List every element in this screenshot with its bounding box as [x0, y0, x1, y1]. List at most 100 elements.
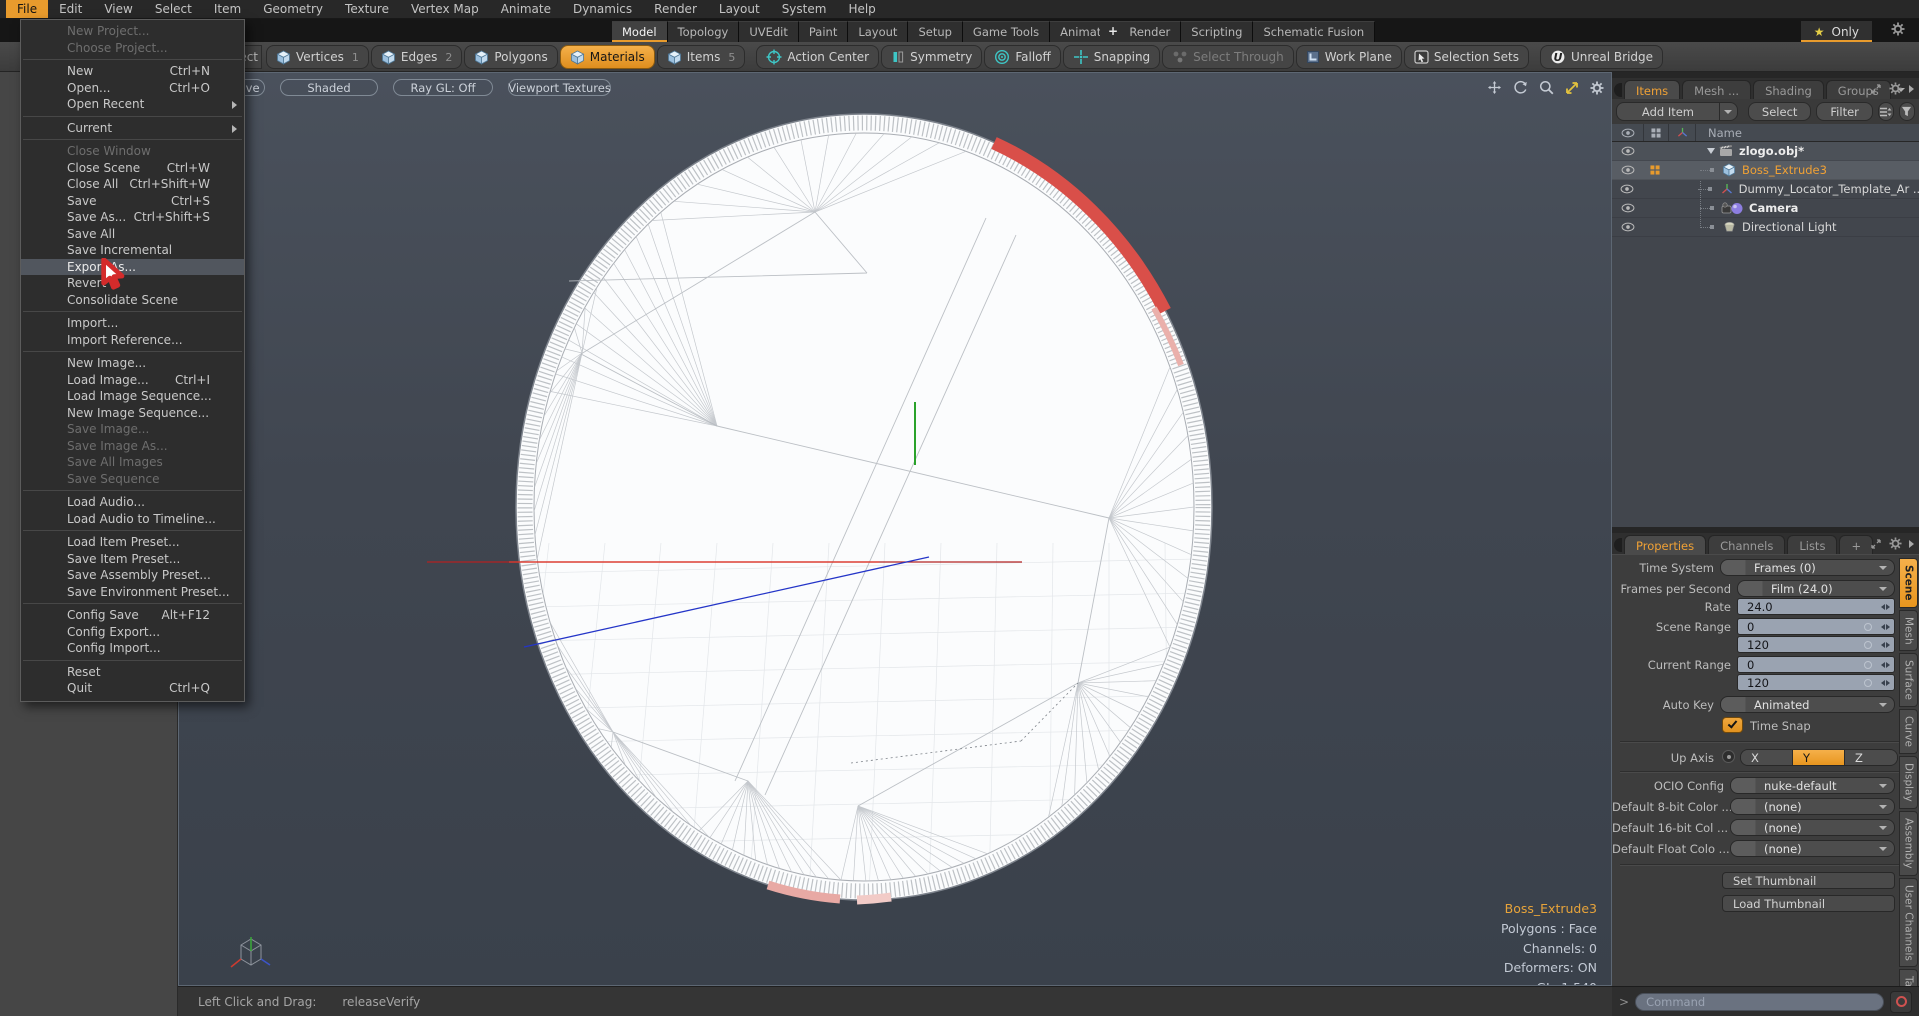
gear-icon[interactable] — [1889, 82, 1902, 95]
items-panel-tab[interactable]: Mesh ... — [1682, 80, 1751, 99]
expand-panel-icon[interactable] — [1870, 538, 1882, 550]
menu-item[interactable]: Close Window — [21, 143, 244, 160]
shaded-pill-button[interactable]: Shaded — [280, 79, 378, 96]
orbit-icon[interactable] — [1513, 80, 1528, 95]
falloff-button[interactable]: Falloff — [984, 45, 1060, 69]
keyframe-dot-icon[interactable] — [1864, 679, 1872, 687]
ocio-config-dropdown[interactable]: nuke-default — [1730, 777, 1895, 794]
menu-item[interactable]: Save Incremental — [21, 242, 244, 259]
properties-panel-tab[interactable]: Properties — [1624, 535, 1706, 554]
collapse-arrow-icon[interactable] — [1707, 148, 1715, 154]
panel-arrow-icon[interactable] — [1909, 540, 1914, 548]
menu-item[interactable]: Config Export... — [21, 624, 244, 641]
axis-x-option[interactable]: X — [1741, 750, 1793, 765]
symmetry-button[interactable]: Symmetry — [881, 45, 982, 69]
add-workspace-tab-button[interactable]: + — [1100, 21, 1126, 42]
work-plane-button[interactable]: Work Plane — [1296, 45, 1402, 69]
pan-icon[interactable] — [1487, 80, 1502, 95]
menubar-item[interactable]: Layout — [708, 0, 771, 18]
eye-icon[interactable] — [1621, 165, 1635, 175]
side-tab[interactable]: Assembly — [1899, 811, 1918, 876]
macro-record-button[interactable] — [1890, 991, 1912, 1013]
menubar-item[interactable]: Render — [643, 0, 708, 18]
mode-edges-button[interactable]: Edges 2 — [371, 45, 462, 69]
list-options-button[interactable] — [1878, 102, 1894, 121]
menu-item[interactable]: New Image... — [21, 355, 244, 372]
time-snap-checkbox[interactable] — [1722, 717, 1743, 733]
mode-polygons-button[interactable]: Polygons — [464, 45, 557, 69]
menu-item[interactable]: New Ctrl+N — [21, 63, 244, 80]
gear-icon[interactable] — [1889, 537, 1902, 550]
add-item-dropdown[interactable] — [1719, 103, 1737, 120]
menubar-item[interactable]: Geometry — [252, 0, 334, 18]
keyframe-dot-icon[interactable] — [1864, 641, 1872, 649]
raygl-pill-button[interactable]: Ray GL: Off — [393, 79, 493, 96]
menu-item[interactable]: Open... Ctrl+O — [21, 80, 244, 97]
menu-item[interactable]: Save Image... — [21, 421, 244, 438]
select-button[interactable]: Select — [1748, 102, 1811, 121]
workspace-tab[interactable]: Layout — [848, 21, 908, 42]
menu-item[interactable]: Save All — [21, 226, 244, 243]
eye-icon[interactable] — [1621, 222, 1635, 232]
menubar-item[interactable]: File — [6, 0, 48, 18]
fps-dropdown[interactable]: Film (24.0) — [1737, 580, 1895, 597]
menu-item[interactable]: Choose Project... — [21, 40, 244, 57]
properties-panel-tab[interactable]: Lists — [1787, 535, 1837, 554]
action-center-button[interactable]: Action Center — [756, 45, 879, 69]
menu-item[interactable]: Import Reference... — [21, 332, 244, 349]
menu-item[interactable]: Save Ctrl+S — [21, 193, 244, 210]
side-tab[interactable]: Scene — [1899, 558, 1918, 608]
workspace-tab[interactable]: Scripting — [1181, 21, 1253, 42]
menubar-item[interactable]: Dynamics — [562, 0, 643, 18]
workspace-tab[interactable]: Render — [1119, 21, 1181, 42]
set-thumbnail-button[interactable]: Set Thumbnail — [1722, 872, 1895, 889]
current-range-end-field[interactable]: 120 — [1737, 674, 1895, 691]
scene-range-start-field[interactable]: 0 — [1737, 618, 1895, 635]
item-row-directional-light[interactable]: Directional Light — [1612, 218, 1919, 237]
eye-icon[interactable] — [1621, 146, 1635, 156]
panel-corner-icon[interactable] — [1614, 538, 1622, 552]
expand-panel-icon[interactable] — [1870, 83, 1882, 95]
keyframe-dot-icon[interactable] — [1864, 661, 1872, 669]
menubar-item[interactable]: Help — [837, 0, 886, 18]
menu-item[interactable]: Save Environment Preset... — [21, 584, 244, 601]
zoom-icon[interactable] — [1539, 80, 1554, 95]
workspace-tab[interactable]: Game Tools — [963, 21, 1050, 42]
menu-item[interactable]: Load Audio to Timeline... — [21, 511, 244, 528]
mode-items-button[interactable]: Items 5 — [657, 45, 746, 69]
load-thumbnail-button[interactable]: Load Thumbnail — [1722, 895, 1895, 912]
menubar-item[interactable]: Texture — [334, 0, 400, 18]
menu-item[interactable]: New Project... — [21, 23, 244, 40]
workspace-tab[interactable]: Model — [612, 21, 668, 42]
axis-y-option[interactable]: Y — [1793, 750, 1845, 765]
menu-item[interactable]: Close Scene Ctrl+W — [21, 160, 244, 177]
default-8bit-dropdown[interactable]: (none) — [1730, 798, 1895, 815]
time-system-dropdown[interactable]: Frames (0) — [1720, 559, 1895, 576]
workspace-tab[interactable]: Topology — [668, 21, 740, 42]
menu-item[interactable]: Save Image As... — [21, 438, 244, 455]
panel-corner-icon[interactable] — [1614, 83, 1622, 97]
gear-icon[interactable] — [1590, 81, 1604, 95]
menubar-item[interactable]: Vertex Map — [400, 0, 490, 18]
menu-item[interactable]: Revert — [21, 275, 244, 292]
maximize-icon[interactable] — [1565, 81, 1579, 95]
eye-icon[interactable] — [1621, 203, 1635, 213]
menubar-item[interactable]: Edit — [48, 0, 93, 18]
auto-key-dropdown[interactable]: Animated — [1720, 696, 1895, 713]
side-tab[interactable]: Curve — [1899, 709, 1918, 754]
current-range-start-field[interactable]: 0 — [1737, 656, 1895, 673]
workspace-tab[interactable]: UVEdit — [739, 21, 799, 42]
menu-item[interactable]: Load Image Sequence... — [21, 388, 244, 405]
menu-item[interactable]: New Image Sequence... — [21, 405, 244, 422]
gear-icon[interactable] — [1891, 22, 1905, 39]
render-flag-icon[interactable] — [1650, 165, 1660, 175]
menubar-item[interactable]: Animate — [490, 0, 562, 18]
menu-item[interactable]: Save As... Ctrl+Shift+S — [21, 209, 244, 226]
item-row-mesh-selected[interactable]: Boss_Extrude3 — [1612, 161, 1919, 180]
menu-item[interactable]: Load Image... Ctrl+I — [21, 372, 244, 389]
menubar-item[interactable]: View — [93, 0, 143, 18]
menubar-item[interactable]: System — [771, 0, 838, 18]
workspace-tab[interactable]: Schematic Fusion — [1253, 21, 1375, 42]
snapping-button[interactable]: Snapping — [1063, 45, 1160, 69]
eye-icon[interactable] — [1620, 184, 1634, 194]
